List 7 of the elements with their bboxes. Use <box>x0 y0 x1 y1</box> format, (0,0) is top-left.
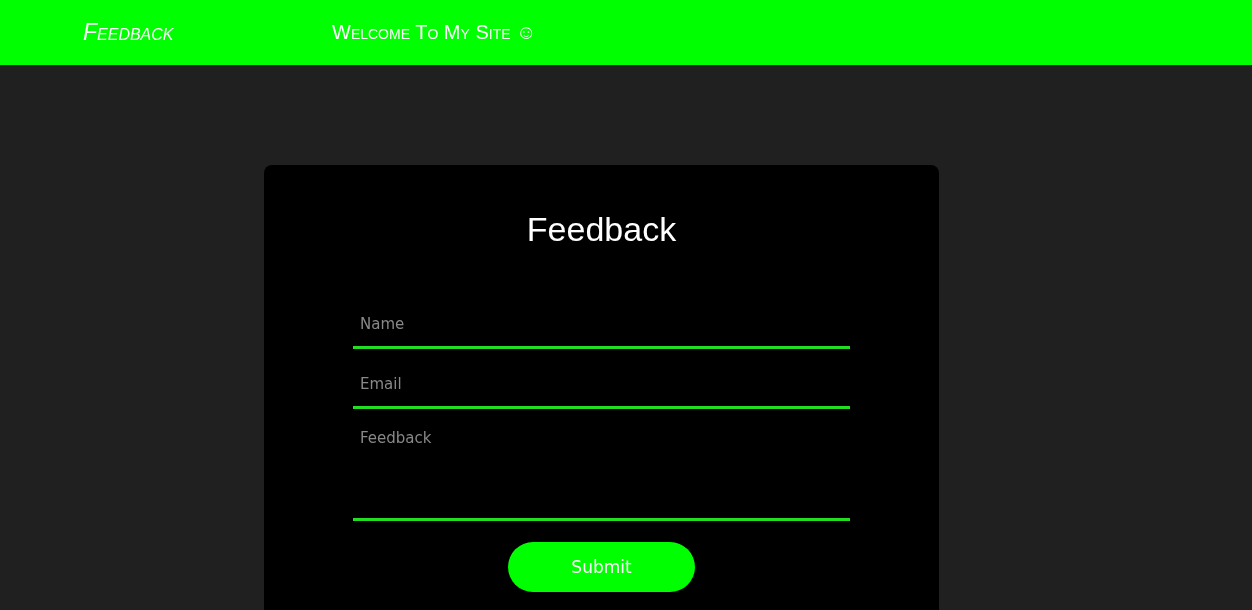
feedback-field[interactable]: Feedback <box>353 421 850 521</box>
input-field[interactable]: Email <box>353 361 850 409</box>
form-title: Feedback <box>526 210 677 249</box>
brand-title: Feedback <box>83 19 175 46</box>
input-field[interactable]: Name <box>353 301 850 349</box>
welcome-text: Welcome To My Site ☺ <box>332 21 537 44</box>
submit-button[interactable]: Submit <box>508 542 695 592</box>
